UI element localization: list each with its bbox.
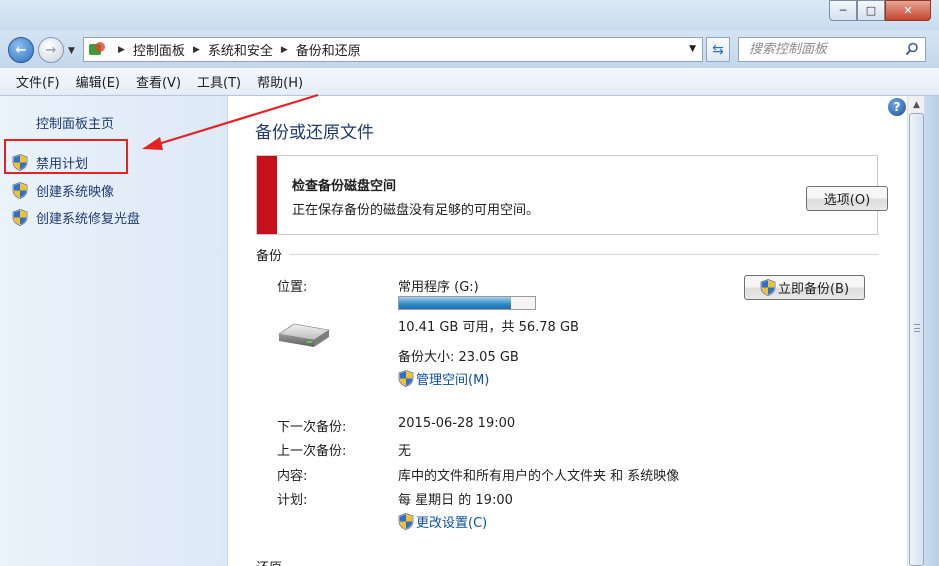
- schedule-value: 每 星期日 的 19:00: [398, 493, 513, 508]
- uac-shield-icon: [12, 209, 28, 226]
- menu-tools[interactable]: 工具(T): [189, 72, 249, 91]
- contents-label: 内容:: [277, 469, 308, 484]
- maximize-button[interactable]: □: [857, 0, 885, 21]
- free-space-text: 10.41 GB 可用，共 56.78 GB: [398, 320, 579, 335]
- change-settings-link[interactable]: 更改设置(C): [398, 512, 487, 531]
- search-box[interactable]: [738, 37, 926, 62]
- control-panel-icon: [88, 41, 106, 58]
- window-controls: ─ □ ✕: [829, 0, 931, 21]
- restore-section-heading: 还原: [256, 557, 282, 566]
- location-label: 位置:: [277, 280, 308, 295]
- task-label: 创建系统修复光盘: [36, 212, 141, 227]
- uac-shield-icon: [12, 182, 28, 199]
- menu-view[interactable]: 查看(V): [128, 72, 189, 91]
- scroll-thumb[interactable]: [909, 113, 924, 566]
- task-disable-schedule[interactable]: 禁用计划: [12, 153, 88, 172]
- uac-shield-icon: [398, 513, 414, 530]
- window-frame-right: [924, 96, 939, 566]
- search-icon[interactable]: [905, 42, 919, 56]
- backup-size-text: 备份大小: 23.05 GB: [398, 350, 519, 365]
- control-panel-home-link[interactable]: 控制面板主页: [36, 113, 114, 132]
- next-backup-label: 下一次备份:: [277, 420, 347, 435]
- manage-space-label: 管理空间(M): [416, 373, 490, 388]
- task-create-system-image[interactable]: 创建系统映像: [12, 181, 114, 200]
- schedule-label: 计划:: [277, 493, 308, 508]
- menu-help[interactable]: 帮助(H): [249, 72, 311, 91]
- task-pane: 控制面板主页 禁用计划 创建系统映像 创建系统修复光盘: [0, 96, 228, 566]
- breadcrumb-system-security[interactable]: 系统和安全: [208, 40, 273, 59]
- help-icon[interactable]: ?: [888, 98, 906, 116]
- menu-bar: 文件(F) 编辑(E) 查看(V) 工具(T) 帮助(H): [0, 68, 939, 96]
- disk-space-alert: 检查备份磁盘空间 正在保存备份的磁盘没有足够的可用空间。 选项(O): [256, 155, 888, 235]
- chevron-right-icon[interactable]: ▶: [118, 45, 125, 55]
- navigation-bar: ← → ▼ ▶ 控制面板 ▶ 系统和安全 ▶ 备份和还原 ▼ ⇆: [0, 30, 939, 68]
- forward-button[interactable]: →: [38, 37, 64, 63]
- disk-usage-bar: [398, 296, 536, 310]
- breadcrumb-control-panel[interactable]: 控制面板: [133, 40, 185, 59]
- chevron-right-icon[interactable]: ▶: [281, 45, 288, 55]
- address-bar[interactable]: ▶ 控制面板 ▶ 系统和安全 ▶ 备份和还原 ▼: [83, 37, 703, 62]
- page-title: 备份或还原文件: [255, 123, 374, 143]
- last-backup-value: 无: [398, 444, 412, 459]
- hard-drive-icon: [278, 323, 330, 347]
- uac-shield-icon: [760, 279, 776, 296]
- refresh-button[interactable]: ⇆: [706, 37, 730, 62]
- section-divider: [289, 254, 879, 255]
- task-label: 禁用计划: [36, 157, 89, 172]
- task-create-repair-disc[interactable]: 创建系统修复光盘: [12, 208, 140, 227]
- change-settings-label: 更改设置(C): [416, 516, 488, 531]
- disk-usage-fill: [399, 297, 511, 309]
- close-button[interactable]: ✕: [885, 0, 931, 21]
- main-content: ? 备份或还原文件 检查备份磁盘空间 正在保存备份的磁盘没有足够的可用空间。 选…: [229, 96, 907, 566]
- task-label: 创建系统映像: [36, 185, 115, 200]
- alert-message: 正在保存备份的磁盘没有足够的可用空间。: [292, 203, 540, 218]
- backup-section-heading: 备份: [256, 249, 283, 264]
- location-value: 常用程序 (G:): [398, 280, 479, 295]
- title-bar: ─ □ ✕: [0, 0, 939, 30]
- uac-shield-icon: [12, 154, 28, 171]
- scroll-up-icon[interactable]: ▲: [908, 96, 925, 113]
- alert-title: 检查备份磁盘空间: [292, 179, 397, 194]
- search-input[interactable]: [749, 42, 899, 57]
- manage-space-link[interactable]: 管理空间(M): [398, 369, 489, 388]
- menu-edit[interactable]: 编辑(E): [68, 72, 128, 91]
- backup-now-label: 立即备份(B): [777, 282, 850, 297]
- minimize-button[interactable]: ─: [829, 0, 857, 21]
- options-button[interactable]: 选项(O): [806, 186, 888, 211]
- backup-now-button[interactable]: 立即备份(B): [744, 275, 865, 300]
- contents-value: 库中的文件和所有用户的个人文件夹 和 系统映像: [398, 469, 680, 484]
- breadcrumb-backup-restore[interactable]: 备份和还原: [296, 40, 361, 59]
- chevron-right-icon[interactable]: ▶: [193, 45, 200, 55]
- last-backup-label: 上一次备份:: [277, 444, 347, 459]
- address-dropdown-icon[interactable]: ▼: [689, 44, 696, 54]
- grip-icon: [914, 324, 920, 332]
- uac-shield-icon: [398, 370, 414, 387]
- next-backup-value: 2015-06-28 19:00: [398, 416, 516, 431]
- back-button[interactable]: ←: [8, 37, 34, 63]
- refresh-icon: ⇆: [712, 41, 724, 58]
- recent-pages-dropdown[interactable]: ▼: [68, 46, 75, 56]
- alert-severity-bar: [257, 156, 277, 234]
- menu-file[interactable]: 文件(F): [8, 72, 68, 91]
- vertical-scrollbar[interactable]: ▲: [907, 96, 924, 566]
